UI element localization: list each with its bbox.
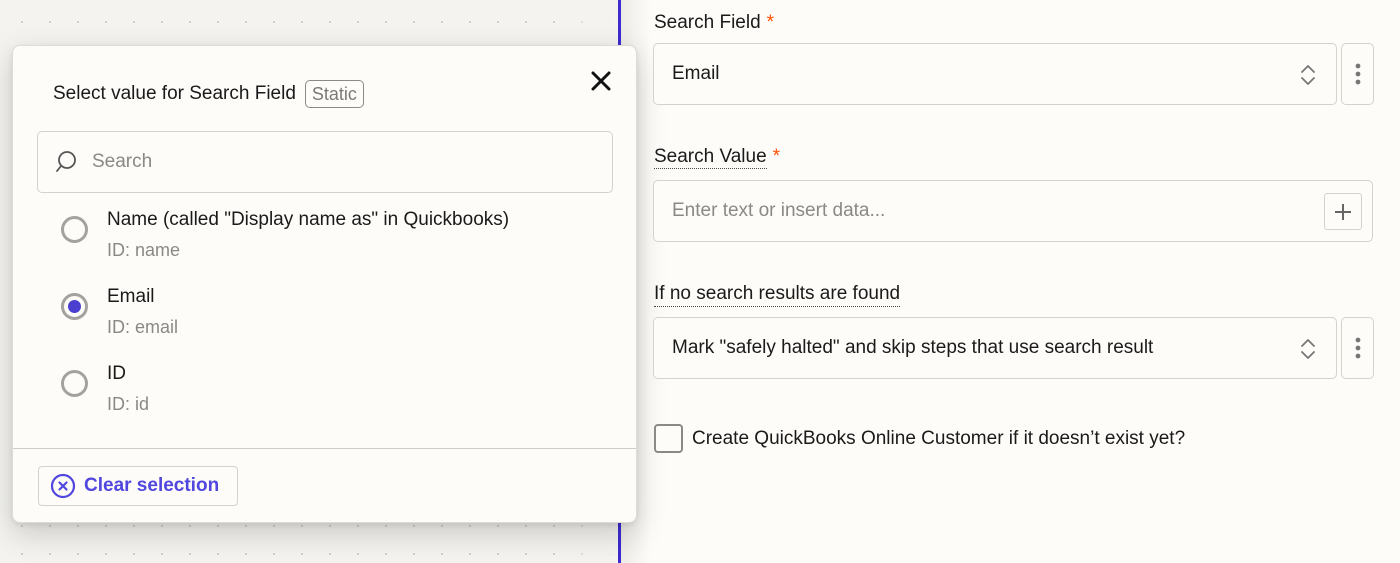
chevron-up-down-icon	[1301, 65, 1315, 85]
close-button[interactable]	[588, 68, 614, 94]
no-results-label[interactable]: If no search results are found	[654, 283, 901, 307]
option-label: ID	[107, 363, 126, 384]
search-field-label: Search Field *	[654, 12, 774, 34]
option-email[interactable]: Email ID: email	[61, 283, 621, 360]
popover-header: Select value for Search Field Static	[53, 80, 364, 108]
radio-email[interactable]	[61, 293, 88, 320]
plus-icon	[1335, 203, 1351, 220]
no-results-select[interactable]: Mark "safely halted" and skip steps that…	[653, 317, 1337, 379]
radio-selected-dot	[68, 300, 81, 313]
radio-name[interactable]	[61, 216, 88, 243]
no-results-more-button[interactable]	[1341, 317, 1374, 379]
option-name[interactable]: Name (called "Display name as" in Quickb…	[61, 206, 621, 283]
search-icon	[56, 151, 76, 172]
create-customer-checkbox[interactable]	[654, 424, 683, 453]
search-field[interactable]	[37, 131, 613, 193]
more-vertical-icon	[1355, 337, 1360, 359]
search-field-value: Email	[672, 63, 720, 84]
search-field-label-text: Search Field	[654, 12, 761, 33]
select-value-popover: Select value for Search Field Static Nam…	[12, 45, 637, 523]
popover-title: Select value for Search Field	[53, 83, 296, 104]
create-customer-label: Create QuickBooks Online Customer if it …	[692, 427, 1186, 449]
search-value-input[interactable]	[672, 200, 1272, 222]
more-vertical-icon	[1355, 63, 1360, 85]
create-customer-option[interactable]: Create QuickBooks Online Customer if it …	[654, 424, 1185, 453]
options-list: Name (called "Display name as" in Quickb…	[61, 206, 621, 437]
chevron-up-down-icon	[1301, 339, 1315, 359]
radio-id[interactable]	[61, 370, 88, 397]
required-mark: *	[772, 146, 781, 167]
clear-selection-label: Clear selection	[84, 475, 220, 496]
required-mark: *	[766, 12, 775, 33]
search-value-label: Search Value *	[654, 146, 781, 169]
close-icon	[591, 71, 611, 91]
option-id: ID: email	[107, 317, 179, 337]
option-id: ID: name	[107, 240, 181, 260]
search-value-field[interactable]	[653, 180, 1373, 242]
option-label: Name (called "Display name as" in Quickb…	[107, 209, 510, 230]
footer-divider	[13, 448, 636, 449]
search-value-label-text[interactable]: Search Value	[654, 146, 767, 169]
static-badge: Static	[304, 80, 364, 108]
no-results-value: Mark "safely halted" and skip steps that…	[672, 337, 1154, 358]
clear-selection-button[interactable]: Clear selection	[38, 466, 238, 506]
search-input[interactable]	[92, 151, 572, 173]
option-id: ID: id	[107, 394, 150, 414]
insert-data-button[interactable]	[1324, 193, 1362, 230]
search-field-more-button[interactable]	[1341, 43, 1374, 105]
option-label: Email	[107, 286, 155, 307]
search-field-select[interactable]: Email	[653, 43, 1337, 105]
option-id[interactable]: ID ID: id	[61, 360, 621, 437]
clear-circle-x-icon	[50, 473, 76, 499]
